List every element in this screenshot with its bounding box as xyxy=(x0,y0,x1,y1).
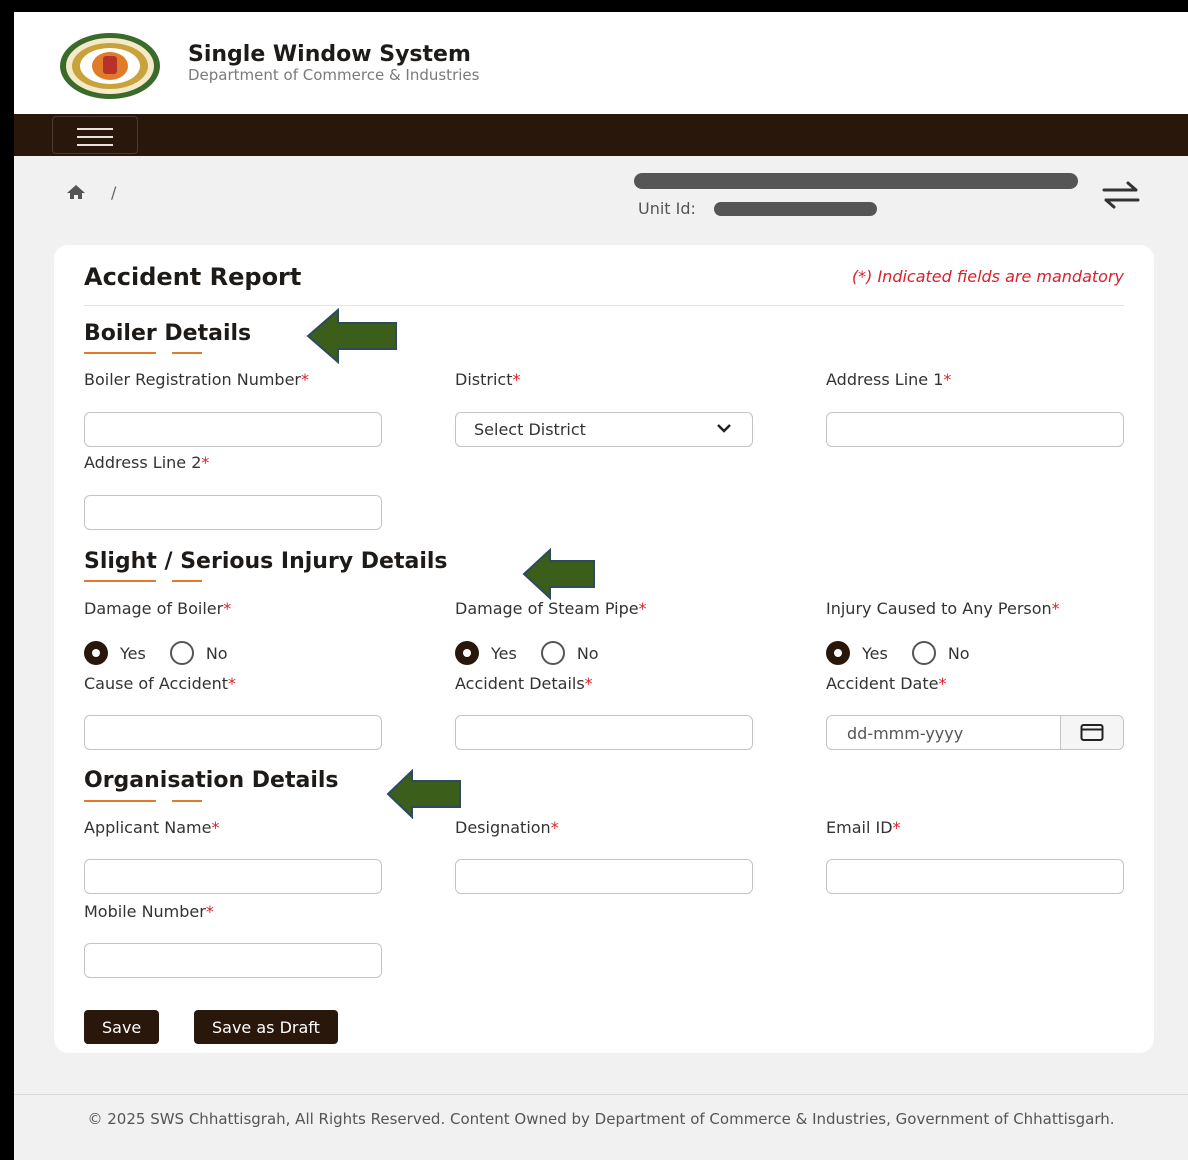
injury-person-no-radio[interactable] xyxy=(911,641,936,665)
section-title-injury: Slight / Serious Injury Details xyxy=(84,549,448,574)
address-line-2-label: Address Line 2* xyxy=(84,453,210,472)
calendar-icon xyxy=(1080,724,1104,741)
footer-copyright: © 2025 SWS Chhattisgrah, All Rights Rese… xyxy=(87,1110,1115,1128)
mobile-number-input[interactable] xyxy=(84,943,382,978)
section-underline xyxy=(84,352,156,354)
footer-divider xyxy=(14,1094,1188,1095)
radio-label-no: No xyxy=(205,643,228,663)
injury-person-yes-radio[interactable] xyxy=(826,641,850,665)
applicant-name-label: Applicant Name* xyxy=(84,818,220,837)
page: Single Window System Department of Comme… xyxy=(14,12,1188,1160)
title-divider xyxy=(84,305,1124,306)
damage-boiler-yes-radio[interactable] xyxy=(84,641,108,665)
damage-boiler-no-radio[interactable] xyxy=(169,641,194,665)
section-underline xyxy=(172,352,202,354)
damage-steam-pipe-no-radio[interactable] xyxy=(540,641,565,665)
menu-toggle-button[interactable] xyxy=(52,116,138,154)
mobile-number-label: Mobile Number* xyxy=(84,902,214,921)
applicant-name-input[interactable] xyxy=(84,859,382,894)
save-button[interactable]: Save xyxy=(84,1010,160,1044)
address-line-1-label: Address Line 1* xyxy=(826,370,952,389)
unit-id-redacted xyxy=(714,202,877,216)
injury-person-label: Injury Caused to Any Person* xyxy=(826,599,1060,618)
damage-boiler-label: Damage of Boiler* xyxy=(84,599,232,618)
email-input[interactable] xyxy=(826,859,1124,894)
arrow-left-icon xyxy=(522,548,595,600)
section-underline xyxy=(172,800,202,802)
unit-name-redacted xyxy=(634,173,1078,189)
breadcrumb-separator: / xyxy=(111,183,117,202)
damage-boiler-radio-group: Yes No xyxy=(84,641,252,665)
district-selected-value: Select District xyxy=(474,420,586,439)
accident-details-input[interactable] xyxy=(455,715,753,750)
section-underline xyxy=(84,580,156,582)
radio-label-yes: Yes xyxy=(120,643,146,663)
menu-icon-bar xyxy=(77,144,113,146)
radio-label-no: No xyxy=(576,643,599,663)
section-underline xyxy=(84,800,156,802)
site-subtitle: Department of Commerce & Industries xyxy=(188,66,480,84)
accident-report-card: Accident Report (*) Indicated fields are… xyxy=(54,245,1154,1053)
email-label: Email ID* xyxy=(826,818,901,837)
accident-details-label: Accident Details* xyxy=(455,674,593,693)
district-select[interactable]: Select District xyxy=(455,412,753,447)
accident-date-label: Accident Date* xyxy=(826,674,947,693)
section-underline xyxy=(172,580,202,582)
cause-accident-input[interactable] xyxy=(84,715,382,750)
arrow-left-icon xyxy=(386,769,461,819)
boiler-registration-label: Boiler Registration Number* xyxy=(84,370,310,389)
main-navbar xyxy=(14,114,1188,156)
damage-steam-pipe-radio-group: Yes No xyxy=(455,641,623,665)
chevron-down-icon xyxy=(717,424,731,433)
accident-date-input[interactable]: dd-mmm-yyyy xyxy=(826,715,1124,750)
damage-steam-pipe-label: Damage of Steam Pipe* xyxy=(455,599,647,618)
radio-label-yes: Yes xyxy=(862,643,888,663)
section-title-organisation: Organisation Details xyxy=(84,768,339,793)
damage-steam-pipe-yes-radio[interactable] xyxy=(455,641,479,665)
designation-label: Designation* xyxy=(455,818,559,837)
site-header: Single Window System Department of Comme… xyxy=(14,12,1188,114)
arrow-left-icon xyxy=(306,307,397,365)
menu-icon xyxy=(77,128,113,130)
calendar-button[interactable] xyxy=(1060,716,1123,749)
site-title: Single Window System xyxy=(188,42,471,67)
designation-input[interactable] xyxy=(455,859,753,894)
section-title-boiler: Boiler Details xyxy=(84,321,252,346)
radio-label-yes: Yes xyxy=(491,643,517,663)
home-icon[interactable] xyxy=(66,184,86,200)
district-label: District* xyxy=(455,370,521,389)
radio-label-no: No xyxy=(947,643,970,663)
address-line-2-input[interactable] xyxy=(84,495,382,530)
save-as-draft-button[interactable]: Save as Draft xyxy=(194,1010,338,1044)
menu-icon-bar xyxy=(77,136,113,138)
address-line-1-input[interactable] xyxy=(826,412,1124,447)
mandatory-note: (*) Indicated fields are mandatory xyxy=(851,267,1124,286)
swap-icon[interactable] xyxy=(1100,180,1142,210)
state-emblem-logo[interactable] xyxy=(58,32,162,100)
page-title: Accident Report xyxy=(84,263,302,291)
date-placeholder: dd-mmm-yyyy xyxy=(847,724,964,743)
injury-person-radio-group: Yes No xyxy=(826,641,994,665)
cause-accident-label: Cause of Accident* xyxy=(84,674,237,693)
boiler-registration-input[interactable] xyxy=(84,412,382,447)
unit-id-label: Unit Id: xyxy=(638,199,696,218)
